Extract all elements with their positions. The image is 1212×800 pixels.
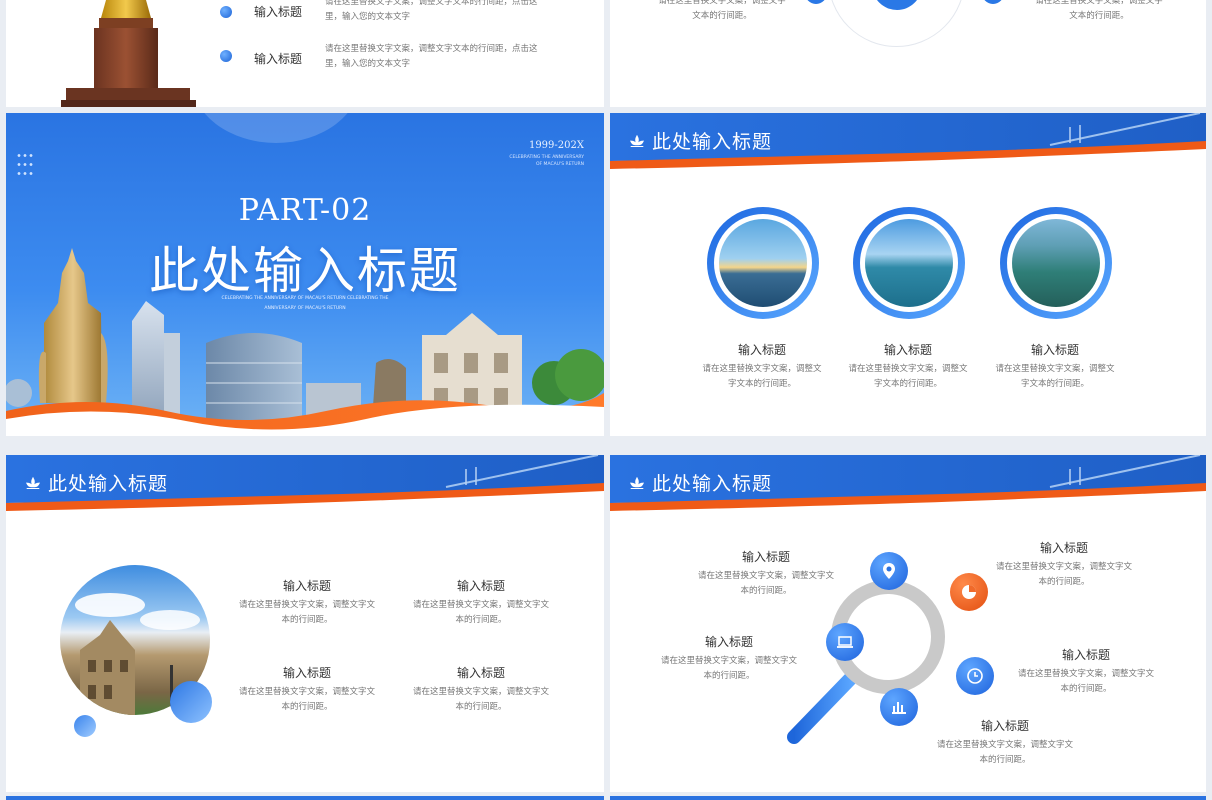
slide-thumbnail-2[interactable]: 请在这里替换文字文案，调整文字文本的行间距。 请在这里替换文字文案，调整文字文本… — [610, 0, 1206, 107]
bar-chart-icon[interactable] — [880, 688, 918, 726]
pie-chart-icon[interactable] — [950, 573, 988, 611]
laptop-icon[interactable] — [826, 623, 864, 661]
item-title: 输入标题 — [883, 343, 932, 357]
photo-circle[interactable] — [1000, 207, 1112, 319]
item-text: 请在这里替换文字文案，调整文字文本的行间距。 — [697, 571, 834, 596]
header-title: 此处输入标题 — [652, 473, 773, 495]
dots-decoration — [16, 151, 34, 177]
glow-circle — [191, 113, 361, 143]
item-text: 请在这里替换文字文案，调整文字文本的行间距。 — [936, 740, 1073, 765]
item-text: 请在这里替换文字文案，调整文字文本的行间距。 — [1035, 0, 1163, 21]
slide-thumbnail-8-edge[interactable] — [610, 796, 1206, 800]
years-sub2: OF MACAU'S RETURN — [536, 162, 584, 167]
part-label: PART-02 — [238, 193, 372, 228]
photo-circle[interactable] — [707, 207, 819, 319]
node-circle — [805, 0, 827, 4]
slide-thumbnail-6[interactable]: 此处输入标题 输入标题 请在这里替换文字文案，调整文字文本的行间距。 输入标题 … — [610, 455, 1206, 792]
slide-thumbnail-3-cover[interactable]: 1999-202X CELEBRATING THE ANNIVERSARY OF… — [6, 113, 604, 436]
decor-circle-small — [74, 715, 96, 737]
item-text: 请在这里替换文字文案，调整文字文本的行间距。 — [658, 0, 786, 21]
header-title: 此处输入标题 — [652, 131, 773, 153]
slide-thumbnail-7-edge[interactable] — [6, 796, 604, 800]
node-circle — [982, 0, 1004, 4]
item-title: 输入标题 — [1039, 541, 1088, 555]
item-text: 请在这里替换文字文案，调整文字文本的行间距。 — [238, 687, 375, 712]
aerial-bridge-photo — [1012, 219, 1100, 307]
item-title: 输入标题 — [1030, 343, 1079, 357]
item-text: 请在这里替换文字文案，调整文字文本的行间距。 — [238, 600, 375, 625]
item-title: 输入标题 — [254, 52, 303, 66]
item-text: 请在这里替换文字文案，调整文字文本的行间距。 — [1017, 669, 1154, 694]
lotus-logo-icon — [630, 476, 644, 489]
item-title: 输入标题 — [282, 579, 331, 593]
slide-thumbnail-1[interactable]: 输入标题 请在这里替换文字文案，调整文字文本的行间距，点击这里，输入您的文本文字… — [6, 0, 604, 107]
item-text: 请在这里替换文字文案，调整文字文本的行间距。 — [995, 364, 1115, 389]
slide-thumbnail-5[interactable]: 此处输入标题 输入标题 请在这里替换文字文案，调整文字文本的行间距。 输入标题 … — [6, 455, 604, 792]
item-title: 输入标题 — [980, 719, 1029, 733]
statue-image — [61, 0, 196, 107]
header-title: 此处输入标题 — [48, 473, 169, 495]
item-text: 请在这里替换文字文案，调整文字文本的行间距，点击这里，输入您的文本文字 — [325, 0, 538, 22]
item-text: 请在这里替换文字文案，调整文字文本的行间距，点击这里，输入您的文本文字 — [325, 44, 538, 69]
lotus-logo-icon — [630, 134, 644, 147]
item-title: 输入标题 — [737, 343, 786, 357]
item-title: 输入标题 — [456, 579, 505, 593]
bullet-dot — [220, 6, 232, 18]
item-text: 请在这里替换文字文案，调整文字文本的行间距。 — [848, 364, 968, 389]
photo-circle[interactable] — [853, 207, 965, 319]
item-title: 输入标题 — [1061, 648, 1110, 662]
item-title: 输入标题 — [704, 635, 753, 649]
clock-icon[interactable] — [956, 657, 994, 695]
bridge-photo — [719, 219, 807, 307]
item-title: 输入标题 — [456, 666, 505, 680]
years-label: 1999-202X — [528, 140, 584, 151]
item-text: 请在这里替换文字文案，调整文字文本的行间距。 — [412, 687, 549, 712]
years-sub1: CELEBRATING THE ANNIVERSARY — [509, 155, 584, 160]
item-text: 请在这里替换文字文案，调整文字文本的行间距。 — [995, 562, 1132, 587]
city-skyline-image — [6, 248, 604, 436]
item-title: 输入标题 — [282, 666, 331, 680]
item-title: 输入标题 — [741, 550, 790, 564]
slide-thumbnail-4[interactable]: 此处输入标题 输入标题 请在这里替换文字文案，调整文字文本的行间距。 输入标题 … — [610, 113, 1206, 436]
decor-circle-large — [170, 681, 212, 723]
sea-bridge-photo — [865, 219, 953, 307]
item-text: 请在这里替换文字文案，调整文字文本的行间距。 — [412, 600, 549, 625]
item-text: 请在这里替换文字文案，调整文字文本的行间距。 — [702, 364, 822, 389]
location-icon[interactable] — [870, 552, 908, 590]
item-title: 输入标题 — [254, 5, 303, 19]
item-text: 请在这里替换文字文案，调整文字文本的行间距。 — [660, 656, 797, 681]
lotus-logo-icon — [26, 476, 40, 489]
bullet-dot — [220, 50, 232, 62]
